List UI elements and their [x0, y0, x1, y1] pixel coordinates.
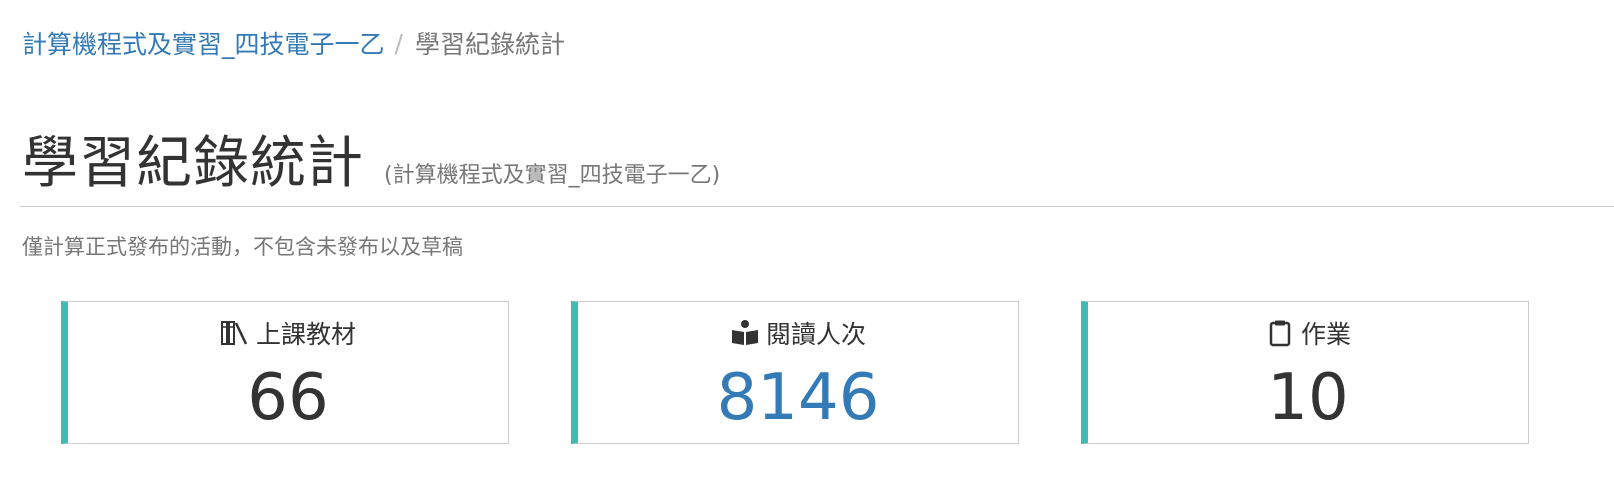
- stat-card-label: 上課教材: [255, 320, 356, 349]
- breadcrumb-current: 學習紀錄統計: [414, 30, 565, 59]
- open-book-icon: [730, 318, 760, 348]
- page-title: 學習紀錄統計: [22, 131, 364, 196]
- stat-card-reads[interactable]: 閱讀人次 8146: [571, 301, 1019, 444]
- header-divider: [20, 206, 1614, 207]
- stat-card-value: 10: [1267, 361, 1349, 435]
- stat-card-assignments[interactable]: 作業 10: [1081, 301, 1529, 444]
- breadcrumb-separator: /: [394, 28, 403, 58]
- stat-card-label: 作業: [1300, 320, 1351, 349]
- breadcrumb: 計算機程式及實習_四技電子一乙 / 學習紀錄統計: [22, 26, 565, 60]
- books-icon: [220, 318, 250, 348]
- stat-card-value: 8146: [716, 361, 880, 435]
- stat-card-materials[interactable]: 上課教材 66: [61, 301, 509, 444]
- stat-card-header: 作業: [1088, 315, 1528, 351]
- clipboard-icon: [1265, 318, 1295, 348]
- stats-note: 僅計算正式發布的活動，不包含未發布以及草稿: [22, 235, 463, 259]
- breadcrumb-course-link[interactable]: 計算機程式及實習_四技電子一乙: [22, 25, 385, 61]
- stat-card-label: 閱讀人次: [765, 320, 866, 349]
- stat-card-header: 上課教材: [68, 315, 508, 351]
- stat-card-header: 閱讀人次: [578, 315, 1018, 351]
- page-subtitle: (計算機程式及實習_四技電子一乙): [384, 163, 721, 188]
- stat-card-value: 66: [247, 361, 329, 435]
- page-header: 學習紀錄統計 (計算機程式及實習_四技電子一乙): [22, 118, 720, 199]
